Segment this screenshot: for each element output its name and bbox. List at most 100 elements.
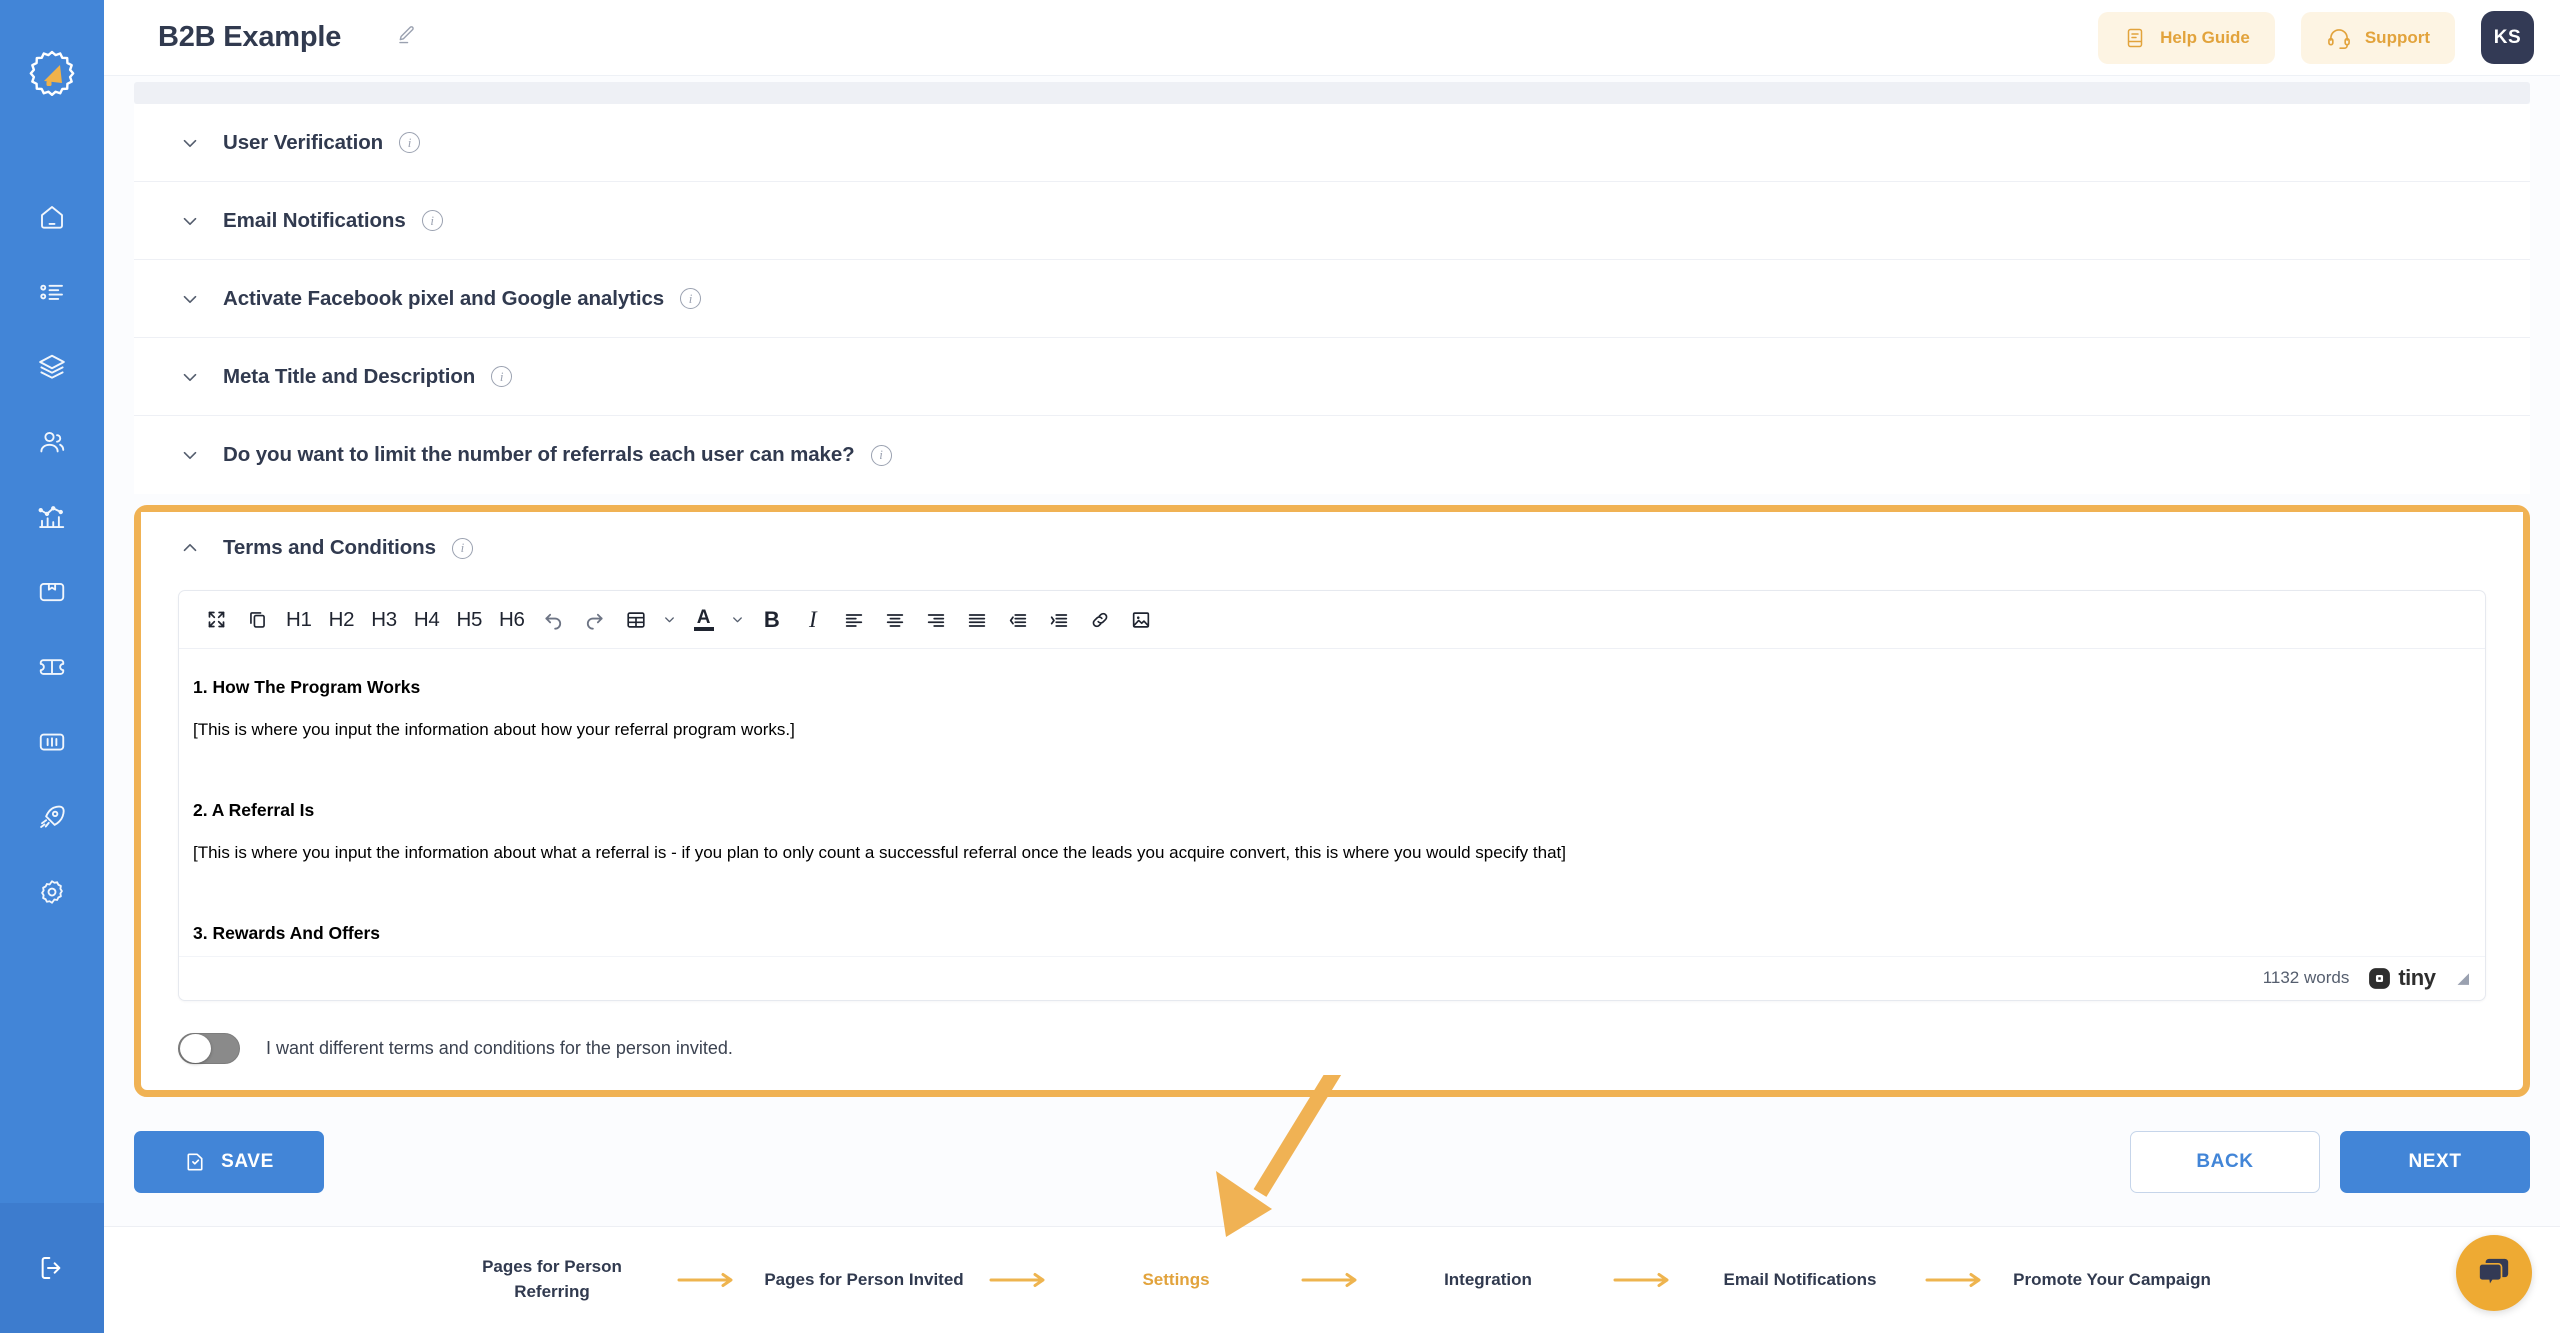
settings-content-scroll[interactable]: User Verification i Email Notifications … — [104, 76, 2560, 1226]
sidebar-item-referrals[interactable] — [28, 425, 76, 459]
different-terms-toggle[interactable] — [178, 1032, 240, 1064]
redo-icon — [587, 613, 603, 630]
step-pages-for-person-referring[interactable]: Pages for Person Referring — [452, 1255, 652, 1304]
next-button[interactable]: NEXT — [2340, 1130, 2530, 1193]
redo-button[interactable] — [578, 601, 612, 639]
indent-button[interactable] — [1042, 601, 1076, 639]
insert-link-button[interactable] — [1083, 601, 1117, 639]
arrow-right-icon — [989, 1273, 1045, 1287]
chevron-down-icon — [179, 132, 201, 154]
tinymce-branding[interactable]: tiny — [2367, 965, 2436, 991]
info-icon[interactable]: i — [491, 366, 513, 387]
accordion-limit-referrals[interactable]: Do you want to limit the number of refer… — [134, 416, 2530, 494]
undo-button[interactable] — [537, 601, 571, 639]
book-icon — [2127, 28, 2143, 47]
align-justify-button[interactable] — [960, 601, 994, 639]
editor-heading-3: 3. Rewards And Offers — [193, 923, 381, 944]
app-logo[interactable] — [24, 48, 80, 104]
editor-content[interactable]: 1. How The Program Works [This is where … — [179, 649, 2485, 956]
resize-grip-icon[interactable]: ◢ — [2457, 969, 2469, 987]
step-integration[interactable]: Integration — [1388, 1268, 1588, 1293]
heading-6-button[interactable]: H6 — [494, 601, 530, 639]
ticket-icon — [39, 659, 65, 675]
accordion-email-notifications[interactable]: Email Notifications i — [134, 182, 2530, 260]
accordion-label: User Verification — [223, 130, 384, 154]
step-arrow — [1588, 1271, 1700, 1289]
insert-image-button[interactable] — [1124, 601, 1158, 639]
text-color-button[interactable]: A — [687, 601, 721, 639]
info-icon[interactable]: i — [399, 132, 421, 153]
accordion-terms-and-conditions[interactable]: Terms and Conditions i — [141, 512, 2523, 584]
step-arrow — [1900, 1271, 2012, 1289]
word-count: 1132 words — [2262, 968, 2350, 988]
step-email-notifications[interactable]: Email Notifications — [1700, 1268, 1900, 1293]
align-left-button[interactable] — [837, 601, 871, 639]
bold-button[interactable]: B — [755, 601, 789, 639]
link-icon — [1092, 612, 1108, 627]
info-icon[interactable]: i — [421, 210, 443, 231]
editor-toolbar: H1 H2 H3 H4 H5 H6 A B I — [179, 591, 2485, 649]
italic-button[interactable]: I — [796, 601, 830, 639]
sidebar-nav — [0, 200, 104, 909]
sidebar-item-launch[interactable] — [28, 800, 76, 834]
arrow-right-icon — [677, 1273, 733, 1287]
headset-icon — [2327, 28, 2350, 49]
editor-status-bar: 1132 words tiny ◢ — [179, 955, 2485, 1000]
home-icon — [41, 206, 63, 229]
rich-text-editor[interactable]: H1 H2 H3 H4 H5 H6 A B I 1. How The Progr… — [178, 590, 2486, 1001]
save-button[interactable]: SAVE — [134, 1130, 324, 1193]
step-settings[interactable]: Settings — [1076, 1268, 1276, 1293]
editor-spacer — [193, 865, 2471, 921]
chat-widget-button[interactable] — [2456, 1235, 2532, 1311]
sidebar-item-analytics[interactable] — [28, 500, 76, 534]
sidebar-item-widgets[interactable] — [28, 725, 76, 759]
pencil-icon — [399, 26, 414, 44]
outdent-button[interactable] — [1001, 601, 1035, 639]
fullscreen-button[interactable] — [199, 601, 233, 639]
avatar[interactable]: KS — [2481, 11, 2534, 64]
megaphone-logo-icon — [29, 50, 75, 96]
chart-icon — [38, 506, 65, 528]
sidebar-item-products[interactable] — [28, 575, 76, 609]
support-button[interactable]: Support — [2300, 11, 2455, 64]
chevron-down-icon — [733, 617, 743, 623]
info-icon[interactable]: i — [680, 288, 702, 309]
heading-5-button[interactable]: H5 — [451, 601, 487, 639]
step-pages-for-person-invited[interactable]: Pages for Person Invited — [764, 1268, 964, 1293]
edit-title-button[interactable] — [394, 23, 418, 52]
sidebar-item-dashboard[interactable] — [28, 200, 76, 234]
editor-heading-2: 2. A Referral Is — [193, 800, 315, 821]
different-terms-toggle-row: I want different terms and conditions fo… — [178, 1032, 2523, 1064]
help-guide-button[interactable]: Help Guide — [2098, 11, 2275, 64]
sidebar-logout[interactable] — [0, 1203, 104, 1333]
editor-paragraph-1: [This is where you input the information… — [193, 719, 795, 739]
tiny-logo-icon — [2369, 967, 2391, 989]
accordion-meta-title-description[interactable]: Meta Title and Description i — [134, 338, 2530, 416]
sidebar-item-layers[interactable] — [28, 350, 76, 384]
align-right-button[interactable] — [919, 601, 953, 639]
table-button[interactable] — [619, 601, 653, 639]
text-color-dropdown-button[interactable] — [728, 601, 748, 639]
heading-1-button[interactable]: H1 — [281, 601, 317, 639]
text-color-swatch — [693, 626, 714, 631]
heading-2-button[interactable]: H2 — [324, 601, 360, 639]
table-icon — [627, 611, 645, 628]
chevron-down-icon — [179, 288, 201, 310]
copy-button[interactable] — [240, 601, 274, 639]
back-button[interactable]: BACK — [2130, 1130, 2320, 1193]
step-promote-your-campaign[interactable]: Promote Your Campaign — [2012, 1268, 2212, 1293]
heading-3-button[interactable]: H3 — [366, 601, 402, 639]
accordion-facebook-pixel-google-analytics[interactable]: Activate Facebook pixel and Google analy… — [134, 260, 2530, 338]
accordion-label: Do you want to limit the number of refer… — [223, 443, 855, 466]
info-icon[interactable]: i — [870, 444, 892, 466]
sidebar-item-coupons[interactable] — [28, 650, 76, 684]
sidebar-item-campaigns[interactable] — [28, 275, 76, 309]
save-label: SAVE — [221, 1150, 274, 1172]
accordion-label: Terms and Conditions — [223, 536, 436, 559]
accordion-user-verification[interactable]: User Verification i — [134, 104, 2530, 182]
sidebar-item-settings[interactable] — [28, 875, 76, 909]
heading-4-button[interactable]: H4 — [409, 601, 445, 639]
table-dropdown-button[interactable] — [660, 601, 680, 639]
align-center-button[interactable] — [878, 601, 912, 639]
info-icon[interactable]: i — [451, 537, 473, 559]
